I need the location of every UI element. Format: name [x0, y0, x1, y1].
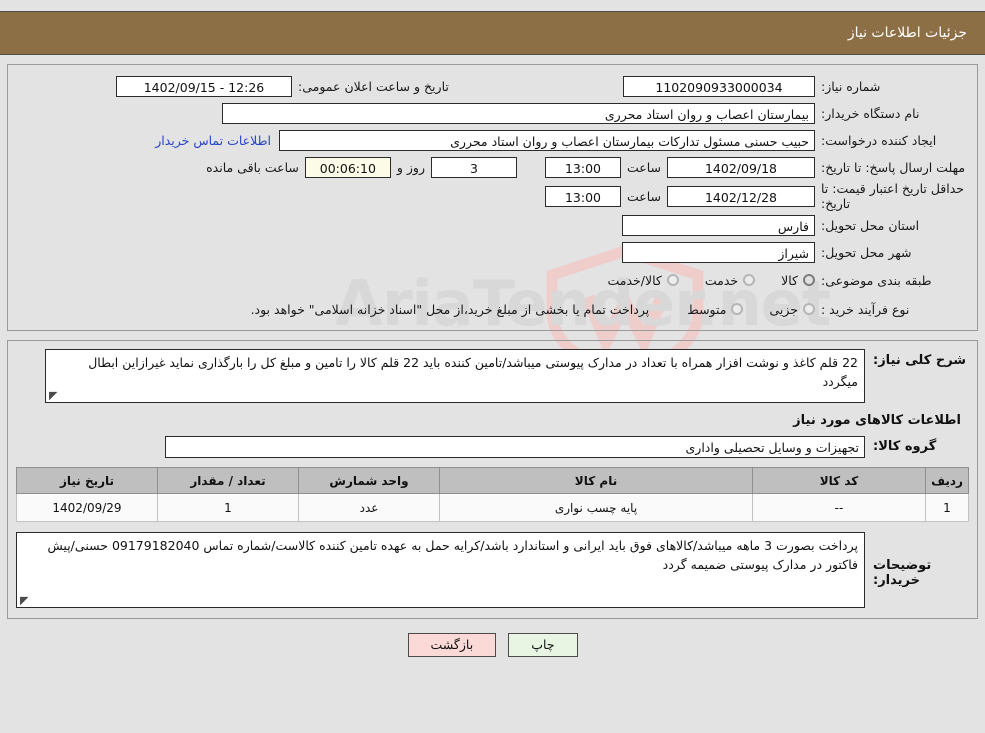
- resize-handle-icon[interactable]: ◥: [49, 389, 59, 402]
- price-validity-hour-field[interactable]: 13:00: [544, 185, 621, 207]
- cell-item-code: --: [752, 493, 926, 522]
- cell-quantity: 1: [157, 493, 299, 522]
- category-option-label-2: کالا/خدمت: [607, 272, 662, 288]
- row-province: استان محل تحویل: فارس: [12, 212, 973, 238]
- category-option-label-1: خدمت: [704, 272, 739, 288]
- need-desc-text: 22 قلم کاغذ و نوشت افزار همراه با تعداد …: [88, 355, 858, 389]
- print-button[interactable]: چاپ: [508, 633, 578, 657]
- col-item-name: نام کالا: [439, 467, 753, 494]
- deadline-date-field[interactable]: 1402/09/18: [667, 156, 815, 178]
- cell-unit: عدد: [298, 493, 440, 522]
- process-option-label-0: جزیی: [769, 301, 798, 317]
- category-radio-group: کالا خدمت کالا/خدمت: [581, 273, 815, 288]
- process-note: پرداخت تمام یا بخشی از مبلغ خرید،از محل …: [250, 301, 650, 317]
- col-need-date: تاریخ نیاز: [16, 467, 158, 494]
- buyer-contact-link[interactable]: اطلاعات تماس خریدار: [155, 133, 279, 148]
- col-unit: واحد شمارش: [298, 467, 440, 494]
- table-row: 1 -- پایه چسب نواری عدد 1 1402/09/29: [16, 493, 969, 522]
- cell-row-no: 1: [925, 493, 969, 522]
- page-header: جزئیات اطلاعات نیاز: [0, 11, 985, 55]
- goods-table: ردیف کد کالا نام کالا واحد شمارش تعداد /…: [16, 467, 969, 522]
- process-label: نوع فرآیند خرید :: [821, 301, 910, 317]
- process-option-motavaset[interactable]: متوسط: [687, 301, 744, 317]
- col-quantity: تعداد / مقدار: [157, 467, 299, 494]
- announce-label: تاریخ و ساعت اعلان عمومی:: [298, 78, 449, 94]
- category-option-label-0: کالا: [781, 272, 798, 288]
- need-number-field[interactable]: 1102090933000034: [623, 75, 815, 97]
- category-option-khedmat[interactable]: خدمت: [704, 272, 756, 288]
- row-purchase-process: نوع فرآیند خرید : جزیی متوسط پرداخت تمام…: [12, 295, 973, 323]
- process-option-label-1: متوسط: [687, 301, 727, 317]
- goods-group-label: گروه کالا:: [873, 439, 937, 454]
- row-requester: ایجاد کننده درخواست: حبیب حسنی مسئول تدا…: [12, 127, 973, 153]
- row-goods-group: گروه کالا: تجهیزات و وسایل تحصیلی واداری: [16, 436, 969, 458]
- countdown-label: ساعت باقی مانده: [206, 159, 299, 175]
- price-validity-hour-label: ساعت: [626, 188, 661, 204]
- process-option-jozi[interactable]: جزیی: [769, 302, 815, 317]
- province-field[interactable]: فارس: [622, 214, 815, 236]
- row-response-deadline: مهلت ارسال پاسخ: تا تاریخ: 1402/09/18 سا…: [12, 154, 973, 180]
- action-bar: چاپ بازگشت: [0, 633, 985, 657]
- resize-handle-icon[interactable]: ◥: [20, 594, 30, 607]
- row-buyer-org: نام دستگاه خریدار: بیمارستان اعصاب و روا…: [12, 100, 973, 126]
- need-desc-label: شرح کلی نیاز:: [873, 353, 967, 368]
- deadline-hour-field[interactable]: 13:00: [544, 156, 621, 178]
- buyer-notes-textarea[interactable]: پرداخت بصورت 3 ماهه میباشد/کالاهای فوق ب…: [16, 532, 865, 608]
- goods-section-title: اطلاعات کالاهای مورد نیاز: [793, 413, 961, 428]
- province-label: استان محل تحویل:: [821, 217, 920, 233]
- col-item-code: کد کالا: [752, 467, 926, 494]
- buyer-notes-text: پرداخت بصورت 3 ماهه میباشد/کالاهای فوق ب…: [47, 538, 859, 572]
- announce-datetime-field[interactable]: 12:26 - 1402/09/15: [116, 75, 292, 97]
- category-label: طبقه بندی موضوعی:: [821, 272, 932, 288]
- row-city: شهر محل تحویل: شیراز: [12, 239, 973, 265]
- countdown-field: 00:06:10: [304, 156, 391, 178]
- radio-unselected-icon[interactable]: [666, 274, 679, 286]
- col-row-no: ردیف: [925, 467, 969, 494]
- requester-field[interactable]: حبیب حسنی مسئول تدارکات بیمارستان اعصاب …: [279, 129, 815, 151]
- radio-selected-icon[interactable]: [803, 274, 815, 286]
- row-price-validity: حداقل تاریخ اعتبار قیمت: تا تاریخ: 1402/…: [12, 181, 973, 211]
- buyer-org-label: نام دستگاه خریدار:: [821, 105, 920, 121]
- row-need-description: شرح کلی نیاز: 22 قلم کاغذ و نوشت افزار ه…: [16, 349, 969, 403]
- deadline-label: مهلت ارسال پاسخ: تا تاریخ:: [821, 159, 966, 175]
- days-label: روز و: [396, 159, 425, 175]
- requester-label: ایجاد کننده درخواست:: [821, 132, 937, 148]
- row-buyer-notes: توضیحات خریدار: پرداخت بصورت 3 ماهه میبا…: [16, 532, 969, 608]
- page-title: جزئیات اطلاعات نیاز: [847, 25, 967, 41]
- page-root: AriaTender.net جزئیات اطلاعات نیاز شماره…: [0, 0, 985, 733]
- price-validity-label: حداقل تاریخ اعتبار قیمت: تا تاریخ:: [821, 181, 965, 211]
- table-header-row: ردیف کد کالا نام کالا واحد شمارش تعداد /…: [16, 467, 969, 494]
- buyer-org-field[interactable]: بیمارستان اعصاب و روان استاد محرری: [222, 102, 815, 124]
- buyer-notes-label: توضیحات خریدار:: [873, 558, 932, 588]
- city-field[interactable]: شیراز: [622, 241, 815, 263]
- need-desc-textarea[interactable]: 22 قلم کاغذ و نوشت افزار همراه با تعداد …: [45, 349, 865, 403]
- deadline-hour-label: ساعت: [626, 159, 661, 175]
- process-radio-group: جزیی متوسط: [661, 302, 815, 317]
- radio-unselected-icon[interactable]: [803, 303, 815, 315]
- need-info-panel: شماره نیاز: 1102090933000034 تاریخ و ساع…: [7, 64, 978, 331]
- need-number-label: شماره نیاز:: [821, 78, 881, 94]
- category-option-kala[interactable]: کالا: [781, 273, 815, 288]
- goods-group-field[interactable]: تجهیزات و وسایل تحصیلی واداری: [165, 436, 865, 458]
- cell-item-name: پایه چسب نواری: [439, 493, 753, 522]
- row-need-number: شماره نیاز: 1102090933000034 تاریخ و ساع…: [12, 73, 973, 99]
- remaining-days-field: 3: [430, 156, 517, 178]
- radio-unselected-icon[interactable]: [743, 274, 756, 286]
- cell-need-date: 1402/09/29: [16, 493, 158, 522]
- need-detail-panel: شرح کلی نیاز: 22 قلم کاغذ و نوشت افزار ه…: [7, 340, 978, 619]
- back-button[interactable]: بازگشت: [407, 633, 497, 657]
- category-option-kala-khedmat[interactable]: کالا/خدمت: [607, 272, 679, 288]
- radio-unselected-icon[interactable]: [731, 303, 744, 315]
- price-validity-date-field[interactable]: 1402/12/28: [667, 185, 815, 207]
- city-label: شهر محل تحویل:: [821, 244, 912, 260]
- row-category: طبقه بندی موضوعی: کالا خدمت کالا/خدمت: [12, 266, 973, 294]
